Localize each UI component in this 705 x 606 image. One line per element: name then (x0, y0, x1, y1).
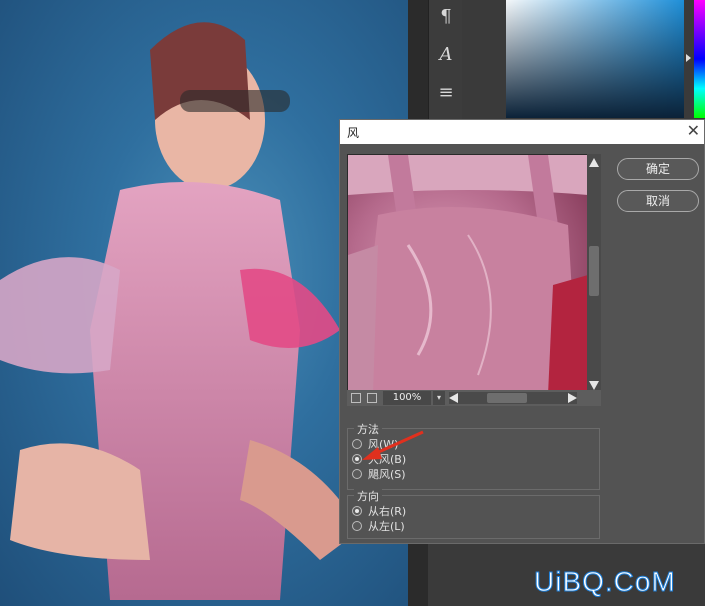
zoom-level: 100% (383, 391, 431, 405)
character-icon[interactable]: A (433, 42, 459, 68)
zoom-bar: 100% ▾ (347, 390, 601, 406)
radio-dot[interactable] (352, 439, 362, 449)
paragraph-icon[interactable]: ¶ (433, 4, 459, 30)
hue-slider-arrow-icon[interactable] (686, 54, 691, 62)
filter-preview[interactable] (347, 154, 589, 396)
scroll-right-icon[interactable] (568, 393, 577, 403)
radio-dot-selected[interactable] (352, 506, 362, 516)
radio-dot-selected[interactable] (352, 454, 362, 464)
chevron-down-icon[interactable]: ▾ (433, 391, 445, 405)
horizontal-scroll-thumb[interactable] (487, 393, 527, 403)
scroll-left-icon[interactable] (449, 393, 458, 403)
scroll-down-icon[interactable] (589, 381, 599, 390)
radio-label: 从左(L) (368, 520, 405, 533)
close-icon[interactable]: ✕ (687, 121, 700, 140)
color-picker-panel (462, 0, 705, 120)
direction-legend: 方向 (354, 488, 382, 504)
zoom-in-icon[interactable] (367, 393, 377, 403)
scroll-up-icon[interactable] (589, 158, 599, 167)
radio-dot[interactable] (352, 521, 362, 531)
radio-label: 风(W) (368, 438, 399, 451)
preview-image (348, 155, 588, 395)
radio-label: 大风(B) (368, 453, 407, 466)
radio-dot[interactable] (352, 469, 362, 479)
radio-label: 从右(R) (368, 505, 407, 518)
ok-button[interactable]: 确定 (617, 158, 699, 180)
wind-filter-dialog: 风 ✕ 100% ▾ 确定 取消 方法 风(W) 大风(B) 飓风(S) 方向 … (339, 119, 705, 544)
color-field[interactable] (506, 0, 684, 118)
watermark-logo: UiBQ.CoM (534, 566, 676, 598)
radio-label: 飓风(S) (368, 468, 406, 481)
cancel-button[interactable]: 取消 (617, 190, 699, 212)
vertical-scroll-thumb[interactable] (589, 246, 599, 296)
panel-toolstrip: ¶ A ≡ (428, 0, 463, 130)
zoom-out-icon[interactable] (351, 393, 361, 403)
hue-slider[interactable] (694, 0, 705, 118)
dialog-title: 风 (347, 126, 360, 140)
dialog-titlebar: 风 ✕ (340, 120, 704, 144)
method-legend: 方法 (354, 421, 382, 437)
preview-horizontal-scrollbar[interactable] (449, 392, 577, 404)
adjustments-icon[interactable]: ≡ (433, 80, 459, 106)
preview-vertical-scrollbar[interactable] (587, 154, 601, 394)
